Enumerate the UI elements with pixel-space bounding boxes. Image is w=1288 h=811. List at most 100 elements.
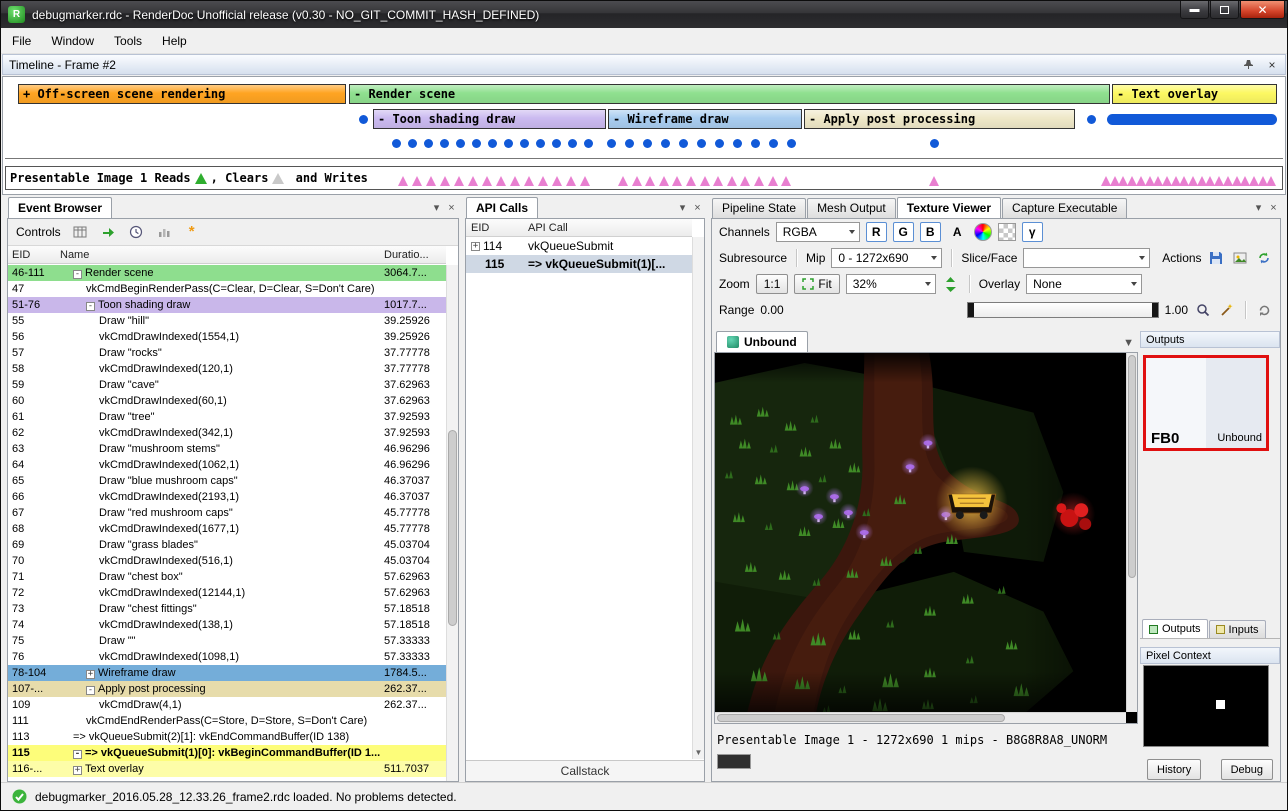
write-marker-triangle[interactable]: [686, 176, 696, 186]
event-row[interactable]: 69Draw "grass blades"45.03704: [8, 537, 446, 553]
write-marker-triangle[interactable]: [781, 176, 791, 186]
event-row[interactable]: 78-104+Wireframe draw1784.5...: [8, 665, 446, 681]
draw-marker-dot[interactable]: [715, 139, 724, 148]
write-marker-triangle[interactable]: [482, 176, 492, 186]
event-row[interactable]: 62vkCmdDrawIndexed(342,1)37.92593: [8, 425, 446, 441]
menu-window[interactable]: Window: [42, 30, 103, 52]
event-row[interactable]: 59Draw "cave"37.62963: [8, 377, 446, 393]
draw-marker-dot[interactable]: [661, 139, 670, 148]
write-marker-triangle[interactable]: [510, 176, 520, 186]
event-row[interactable]: 75Draw ""57.33333: [8, 633, 446, 649]
column-duration[interactable]: Duratio...: [382, 249, 446, 261]
event-row[interactable]: 58vkCmdDrawIndexed(120,1)37.77778: [8, 361, 446, 377]
tab-unbound-texture[interactable]: Unbound: [716, 331, 808, 352]
timeline-marker-bar[interactable]: + Off-screen scene rendering: [18, 84, 346, 104]
stats-icon[interactable]: [155, 223, 173, 241]
event-row[interactable]: 51-76-Toon shading draw1017.7...: [8, 297, 446, 313]
range-slider[interactable]: [967, 302, 1159, 318]
write-marker-triangle[interactable]: [754, 176, 764, 186]
draw-marker-dot[interactable]: [504, 139, 513, 148]
event-row[interactable]: 73Draw "chest fittings"57.18518: [8, 601, 446, 617]
draw-marker-dot[interactable]: [733, 139, 742, 148]
draw-marker-dot[interactable]: [408, 139, 417, 148]
scrollbar-thumb[interactable]: [717, 714, 1005, 722]
timeline-marker-bar[interactable]: - Apply post processing: [804, 109, 1075, 129]
texture-horizontal-scrollbar[interactable]: [715, 712, 1126, 723]
write-marker-triangle[interactable]: [440, 176, 450, 186]
event-row[interactable]: 46-111-Render scene3064.7...: [8, 265, 446, 281]
draw-marker-dot[interactable]: [392, 139, 401, 148]
flip-y-icon[interactable]: [942, 275, 960, 293]
draw-marker-dot[interactable]: [424, 139, 433, 148]
collapse-icon[interactable]: -: [73, 270, 82, 279]
column-eid[interactable]: EID: [8, 249, 60, 261]
write-marker-triangle[interactable]: [566, 176, 576, 186]
write-marker-triangle[interactable]: [454, 176, 464, 186]
timeline-marker-bar[interactable]: - Wireframe draw: [608, 109, 802, 129]
gamma-button[interactable]: γ: [1022, 222, 1043, 242]
timeline-usage-strip[interactable]: Presentable Image 1 Reads, Clears and Wr…: [5, 166, 1283, 190]
draw-marker-dot[interactable]: [488, 139, 497, 148]
panel-close-icon[interactable]: ×: [690, 202, 705, 214]
draw-marker-dot[interactable]: [520, 139, 529, 148]
draw-marker-dot[interactable]: [472, 139, 481, 148]
slice-face-select[interactable]: [1023, 248, 1150, 268]
menu-file[interactable]: File: [3, 30, 40, 52]
export-image-icon[interactable]: [1231, 249, 1249, 267]
zoom-select[interactable]: 32%: [846, 274, 936, 294]
draw-marker-pill[interactable]: [1107, 114, 1277, 125]
write-marker-triangle[interactable]: [659, 176, 669, 186]
texture-image-view[interactable]: [714, 352, 1138, 724]
goto-resource-icon[interactable]: [1255, 249, 1273, 267]
menu-help[interactable]: Help: [153, 30, 196, 52]
panel-menu-icon[interactable]: ▾: [1251, 201, 1266, 214]
tab-capture-executable[interactable]: Capture Executable: [1002, 198, 1127, 218]
event-row[interactable]: 109vkCmdDraw(4,1)262.37...: [8, 697, 446, 713]
draw-marker-dot[interactable]: [787, 139, 796, 148]
tab-api-calls[interactable]: API Calls: [466, 197, 538, 218]
draw-marker-dot[interactable]: [769, 139, 778, 148]
time-draws-icon[interactable]: [127, 223, 145, 241]
event-row[interactable]: 70vkCmdDrawIndexed(516,1)45.03704: [8, 553, 446, 569]
event-row[interactable]: 47vkCmdBeginRenderPass(C=Clear, D=Clear,…: [8, 281, 446, 297]
event-row[interactable]: 67Draw "red mushroom caps"45.77778: [8, 505, 446, 521]
custom-shader-icon[interactable]: [974, 223, 992, 241]
timeline-marker-bar[interactable]: - Toon shading draw: [373, 109, 606, 129]
write-marker-triangle[interactable]: [768, 176, 778, 186]
fit-button[interactable]: Fit: [794, 274, 839, 294]
tab-event-browser[interactable]: Event Browser: [8, 197, 112, 218]
expand-icon[interactable]: +: [86, 670, 95, 679]
event-row[interactable]: 113=> vkQueueSubmit(2)[1]: vkEndCommandB…: [8, 729, 446, 745]
overlay-select[interactable]: None: [1026, 274, 1142, 294]
scroll-down-icon[interactable]: ▼: [693, 748, 704, 757]
write-marker-triangle[interactable]: [1266, 176, 1276, 186]
column-api-call[interactable]: API Call: [528, 222, 692, 234]
write-marker-triangle[interactable]: [713, 176, 723, 186]
draw-marker-dot[interactable]: [552, 139, 561, 148]
maximize-button[interactable]: [1210, 1, 1239, 19]
channel-a-button[interactable]: A: [947, 222, 968, 242]
tab-texture-viewer[interactable]: Texture Viewer: [897, 197, 1001, 218]
bookmark-icon[interactable]: *: [183, 223, 201, 241]
draw-marker-dot[interactable]: [1087, 115, 1096, 124]
event-row[interactable]: 107-...-Apply post processing262.37...: [8, 681, 446, 697]
event-row[interactable]: 56vkCmdDrawIndexed(1554,1)39.25926: [8, 329, 446, 345]
draw-marker-dot[interactable]: [584, 139, 593, 148]
write-marker-triangle[interactable]: [398, 176, 408, 186]
history-button[interactable]: History: [1147, 759, 1201, 780]
texture-vertical-scrollbar[interactable]: [1126, 353, 1137, 712]
mip-select[interactable]: 0 - 1272x690: [831, 248, 942, 268]
debug-button[interactable]: Debug: [1221, 759, 1273, 780]
reset-range-icon[interactable]: [1255, 301, 1273, 319]
panel-menu-icon[interactable]: ▾: [429, 201, 444, 214]
timeline-close-icon[interactable]: ×: [1265, 58, 1279, 72]
callstack-section[interactable]: Callstack: [466, 760, 704, 781]
write-marker-triangle[interactable]: [552, 176, 562, 186]
expand-icon[interactable]: +: [471, 242, 480, 251]
texture-image[interactable]: [715, 353, 1137, 723]
write-marker-triangle[interactable]: [929, 176, 939, 186]
write-marker-triangle[interactable]: [645, 176, 655, 186]
tab-outputs[interactable]: Outputs: [1142, 619, 1208, 638]
draw-marker-dot[interactable]: [625, 139, 634, 148]
draw-marker-dot[interactable]: [679, 139, 688, 148]
